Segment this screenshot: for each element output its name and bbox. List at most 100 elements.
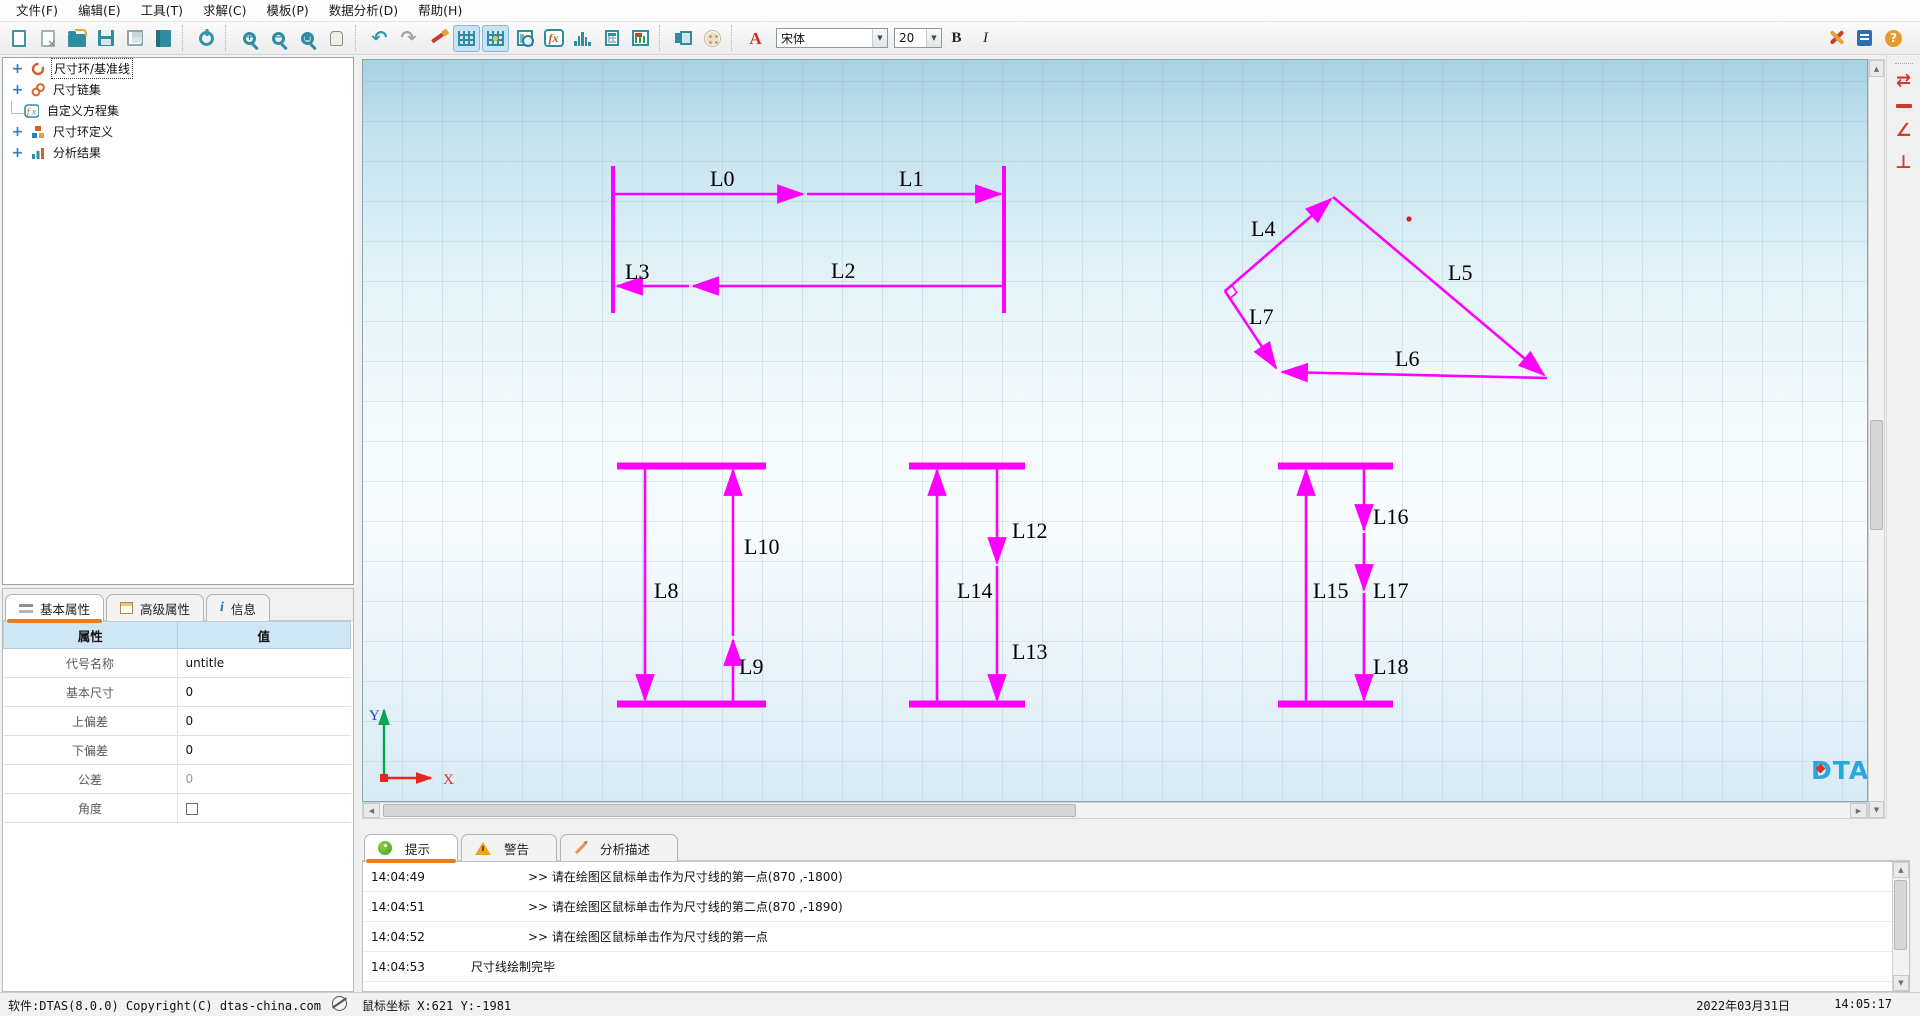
dim-label-L16[interactable]: L16: [1373, 504, 1408, 529]
prop-value-upper-deviation[interactable]: 0: [177, 707, 351, 736]
tab-info[interactable]: i 信息: [206, 594, 270, 621]
open-file-button[interactable]: [63, 25, 90, 52]
dim-label-L7[interactable]: L7: [1249, 304, 1273, 329]
prop-value-basic-size[interactable]: 0: [177, 678, 351, 707]
grid-button[interactable]: [453, 25, 480, 52]
tab-hints[interactable]: 提示: [364, 834, 458, 861]
log-entry[interactable]: 14:04:53 尺寸线绘制完毕: [363, 952, 1909, 982]
menu-data-analysis[interactable]: 数据分析(D): [319, 0, 408, 22]
chart-preview-button[interactable]: [511, 25, 538, 52]
dim-label-L0[interactable]: L0: [710, 166, 734, 191]
distribution-button[interactable]: [569, 25, 596, 52]
zoom-out-button[interactable]: −: [265, 25, 292, 52]
horizontal-scrollbar[interactable]: ◀ ▶: [362, 802, 1868, 819]
tree-item-label[interactable]: 尺寸环定义: [51, 122, 115, 141]
dim-label-L4[interactable]: L4: [1251, 216, 1275, 241]
save-as-button[interactable]: [121, 25, 148, 52]
dim-label-L15[interactable]: L15: [1313, 578, 1348, 603]
parallel-dimension-icon[interactable]: ⇄: [1896, 72, 1911, 90]
menu-solve[interactable]: 求解(C): [193, 0, 256, 22]
prop-value-code-name[interactable]: untitle: [177, 649, 351, 678]
linear-dimension-icon[interactable]: [1896, 104, 1912, 108]
dim-label-L5[interactable]: L5: [1448, 260, 1472, 285]
grid-snap-button[interactable]: [482, 25, 509, 52]
log-entry[interactable]: 14:04:49 >> 请在绘图区鼠标单击作为尺寸线的第一点(870 ,-180…: [363, 862, 1909, 892]
undo-button[interactable]: ↶: [366, 25, 393, 52]
scroll-right-icon[interactable]: ▶: [1850, 803, 1867, 818]
tree-item-analysis-results[interactable]: + 分析结果: [3, 142, 353, 163]
dim-label-L14[interactable]: L14: [957, 578, 992, 603]
circle-dots-button[interactable]: [699, 25, 726, 52]
dim-label-L9[interactable]: L9: [739, 654, 763, 679]
tree-item-custom-equations[interactable]: fx 自定义方程集: [3, 100, 353, 121]
scroll-up-icon[interactable]: ▲: [1893, 862, 1909, 878]
expand-icon[interactable]: +: [11, 83, 24, 97]
settings-tools-button[interactable]: [1822, 25, 1849, 52]
expand-icon[interactable]: +: [11, 146, 24, 160]
tree-item-label[interactable]: 自定义方程集: [45, 101, 121, 120]
zoom-in-button[interactable]: +: [236, 25, 263, 52]
function-button[interactable]: fx: [540, 25, 567, 52]
close-file-button[interactable]: ×: [34, 25, 61, 52]
font-size-select[interactable]: 20 ▼: [894, 28, 942, 48]
pan-button[interactable]: [323, 25, 350, 52]
log-entry[interactable]: 14:04:52 >> 请在绘图区鼠标单击作为尺寸线的第一点: [363, 922, 1909, 952]
dim-label-L18[interactable]: L18: [1373, 654, 1408, 679]
dim-label-L1[interactable]: L1: [899, 166, 923, 191]
dim-label-L6[interactable]: L6: [1395, 346, 1419, 371]
save-button[interactable]: [92, 25, 119, 52]
scrollbar-thumb[interactable]: [1870, 420, 1883, 530]
format-brush-button[interactable]: [424, 25, 451, 52]
log-entry[interactable]: 14:04:51 >> 请在绘图区鼠标单击作为尺寸线的第二点(870 ,-189…: [363, 892, 1909, 922]
menu-edit[interactable]: 编辑(E): [68, 0, 131, 22]
drawing-canvas[interactable]: L0 L1 L2 L3 L4 L5 L6 L7 L8 L9 L10 L12 L1…: [362, 59, 1868, 802]
tree-item-dimension-chain[interactable]: + 尺寸链集: [3, 79, 353, 100]
log-scrollbar[interactable]: ▲ ▼: [1892, 862, 1909, 991]
dim-label-L13[interactable]: L13: [1012, 639, 1047, 664]
dim-label-L8[interactable]: L8: [654, 578, 678, 603]
prop-value-lower-deviation[interactable]: 0: [177, 736, 351, 765]
scroll-left-icon[interactable]: ◀: [363, 803, 380, 818]
dim-label-L10[interactable]: L10: [744, 534, 779, 559]
tree-item-label[interactable]: 分析结果: [51, 143, 103, 162]
tab-basic-properties[interactable]: 基本属性: [5, 594, 104, 621]
scroll-down-icon[interactable]: ▼: [1869, 801, 1884, 818]
scroll-down-icon[interactable]: ▼: [1893, 975, 1909, 991]
scrollbar-thumb[interactable]: [1894, 880, 1907, 950]
font-color-button[interactable]: A: [742, 25, 769, 52]
export-button[interactable]: [150, 25, 177, 52]
perpendicular-dimension-icon[interactable]: ⊥: [1895, 154, 1911, 172]
chevron-down-icon[interactable]: ▼: [872, 29, 887, 47]
new-file-button[interactable]: [5, 25, 32, 52]
dim-label-L2[interactable]: L2: [831, 258, 855, 283]
menu-template[interactable]: 模板(P): [256, 0, 318, 22]
tree-item-dimension-loop[interactable]: + 尺寸环/基准线: [3, 58, 353, 79]
chevron-down-icon[interactable]: ▼: [926, 29, 941, 47]
bold-button[interactable]: B: [943, 25, 970, 52]
section-view-button[interactable]: [670, 25, 697, 52]
expand-icon[interactable]: +: [11, 125, 24, 139]
scroll-up-icon[interactable]: ▲: [1869, 60, 1884, 77]
angle-dimension-icon[interactable]: ∠: [1895, 122, 1911, 140]
tab-warnings[interactable]: 警告: [461, 834, 557, 861]
power-button[interactable]: [193, 25, 220, 52]
zoom-window-button[interactable]: ▣: [294, 25, 321, 52]
menu-file[interactable]: 文件(F): [6, 0, 68, 22]
redo-button[interactable]: ↷: [395, 25, 422, 52]
message-list[interactable]: 14:04:49 >> 请在绘图区鼠标单击作为尺寸线的第一点(870 ,-180…: [362, 861, 1910, 992]
tree-item-label[interactable]: 尺寸环/基准线: [51, 58, 133, 79]
scrollbar-thumb[interactable]: [383, 804, 1076, 817]
tree-item-loop-definition[interactable]: + 尺寸环定义: [3, 121, 353, 142]
angle-checkbox[interactable]: [186, 803, 198, 815]
italic-button[interactable]: I: [972, 25, 999, 52]
dim-label-L12[interactable]: L12: [1012, 518, 1047, 543]
vertical-scrollbar[interactable]: ▲ ▼: [1868, 59, 1885, 819]
output-chart-button[interactable]: [627, 25, 654, 52]
tab-analysis-description[interactable]: 分析描述: [560, 834, 678, 861]
font-family-select[interactable]: 宋体 ▼: [776, 28, 888, 48]
manual-button[interactable]: [1851, 25, 1878, 52]
help-button[interactable]: ?: [1880, 25, 1907, 52]
tree-item-label[interactable]: 尺寸链集: [51, 80, 103, 99]
menu-tools[interactable]: 工具(T): [131, 0, 193, 22]
dim-label-L3[interactable]: L3: [625, 259, 649, 284]
